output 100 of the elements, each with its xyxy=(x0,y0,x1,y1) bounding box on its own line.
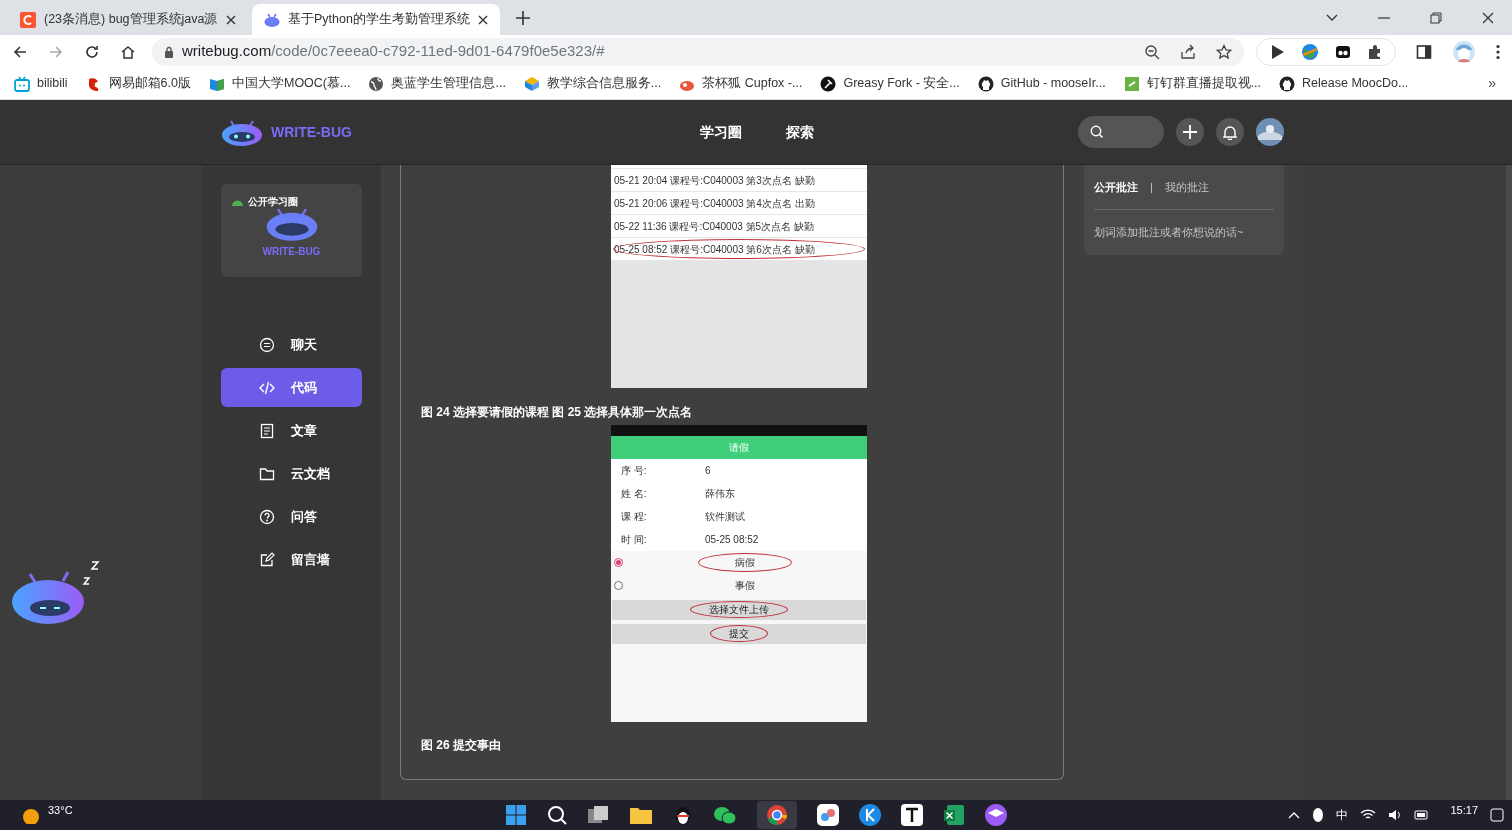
list-row-text: 05-25 08:52 课程号:C040003 第6次点名 缺勤 xyxy=(614,242,815,257)
app-icon[interactable] xyxy=(817,804,839,826)
globe-icon xyxy=(368,75,385,92)
sidebar-icon[interactable] xyxy=(1416,43,1432,60)
close-icon[interactable] xyxy=(226,14,236,25)
app-button[interactable]: 选择文件上传 xyxy=(612,599,866,620)
globe-icon[interactable] xyxy=(1301,42,1319,61)
ghost-icon[interactable] xyxy=(1335,43,1351,60)
user-avatar[interactable] xyxy=(1256,118,1284,146)
graduation-cap-icon[interactable] xyxy=(985,804,1007,826)
menu-icon[interactable] xyxy=(1496,43,1500,60)
list-row-text: 05-21 20:04 课程号:C040003 第3次点名 缺勤 xyxy=(614,173,815,188)
sidebar-menu-item[interactable]: 聊天 xyxy=(221,325,362,364)
k-app-icon[interactable] xyxy=(859,804,881,826)
weather-temperature[interactable]: 33°C xyxy=(48,801,73,819)
scrollbar[interactable] xyxy=(1506,165,1512,800)
annotation-tab[interactable]: 公开批注 xyxy=(1094,179,1138,196)
chat-bubbles-icon[interactable] xyxy=(713,805,737,825)
clock-time[interactable]: 15:17 xyxy=(1450,801,1478,819)
field-value: 薛伟东 xyxy=(705,487,735,501)
circle-card[interactable]: 公开学习圈 WRITE-BUG xyxy=(221,184,362,277)
avatar-icon[interactable] xyxy=(1452,39,1476,64)
browser-icon xyxy=(766,804,788,826)
chevron-down-icon[interactable] xyxy=(1326,13,1338,22)
edit-icon xyxy=(259,551,275,568)
circle-name-label: 公开学习圈 xyxy=(248,195,298,209)
bell-icon xyxy=(1223,124,1237,140)
spreadsheet-icon[interactable] xyxy=(943,804,965,826)
zoom-icon[interactable] xyxy=(1144,43,1160,60)
puzzle-icon[interactable] xyxy=(1367,43,1383,60)
search-icon xyxy=(1090,125,1104,139)
input-method-indicator[interactable]: 中 xyxy=(1336,806,1349,824)
sidebar-menu-item[interactable]: 问答 xyxy=(221,497,362,536)
bookmark-link[interactable]: Greasy Fork - 安全... xyxy=(820,71,960,96)
figure-caption: 图 24 选择要请假的课程 图 25 选择具体那一次点名 xyxy=(421,404,694,421)
star-icon[interactable] xyxy=(1216,43,1232,60)
more-bookmarks-button[interactable]: » xyxy=(1488,73,1496,94)
annotation-tab[interactable]: 我的批注 xyxy=(1164,179,1209,196)
tv-icon xyxy=(14,75,30,92)
chat-icon xyxy=(259,336,275,353)
folder-icon[interactable] xyxy=(629,805,653,825)
bookmark-link[interactable]: GitHub - mooseIr... xyxy=(977,71,1106,96)
bookmark-link[interactable]: 茶杯狐 Cupfox -... xyxy=(679,71,803,96)
sun-icon[interactable] xyxy=(22,806,40,824)
bookmark-link[interactable]: 网易邮箱6.0版 xyxy=(85,71,191,96)
minimize-icon[interactable] xyxy=(1378,16,1390,19)
wifi-icon[interactable] xyxy=(1360,809,1377,821)
share-icon[interactable] xyxy=(1180,43,1196,60)
app-button[interactable]: 提交 xyxy=(612,623,866,644)
battery-icon[interactable] xyxy=(1414,809,1431,821)
sidebar-menu-item[interactable]: 留言墙 xyxy=(221,540,362,579)
csdn-icon xyxy=(20,11,36,28)
home-icon[interactable] xyxy=(120,43,136,60)
speaker-icon[interactable] xyxy=(1388,809,1403,821)
notification-icon[interactable] xyxy=(1490,808,1504,822)
document-icon xyxy=(259,422,275,439)
restore-icon[interactable] xyxy=(1430,11,1442,24)
bookmark-link[interactable]: bilibili xyxy=(14,71,68,96)
close-icon[interactable] xyxy=(478,14,488,25)
bookmark-link[interactable]: 奥蓝学生管理信息... xyxy=(368,71,506,96)
nav-link[interactable]: 学习圈 xyxy=(700,121,742,143)
bookmark-link[interactable]: 中国大学MOOC(慕... xyxy=(208,71,351,96)
browser-tab[interactable]: (23条消息) bug管理系统java源 xyxy=(8,4,248,35)
bookmark-link[interactable]: 教学综合信息服务... xyxy=(523,71,662,96)
cube-icon xyxy=(523,75,540,92)
close-icon[interactable] xyxy=(1482,11,1494,24)
radio-button[interactable] xyxy=(614,558,623,567)
field-label: 课 程: xyxy=(621,510,648,524)
option-label[interactable]: 事假 xyxy=(698,576,792,595)
back-icon[interactable] xyxy=(12,43,28,60)
browser-tab[interactable]: 基于Python的学生考勤管理系统 xyxy=(252,4,500,35)
chevron-up-icon[interactable] xyxy=(1288,811,1301,819)
address-bar[interactable]: writebug.com/code/0c7eeea0-c792-11ed-9d01-6479f0e5e323/# xyxy=(152,37,1244,66)
url-text: writebug.com/code/0c7eeea0-c792-11ed-9d01-6479f0e5e323/# xyxy=(182,41,605,62)
play-icon[interactable] xyxy=(1269,43,1285,60)
tab-separator: | xyxy=(1150,180,1153,195)
app-title-bar: 请假 xyxy=(611,436,867,459)
search-icon[interactable] xyxy=(547,805,567,825)
bookmark-link[interactable]: 钉钉群直播提取视... xyxy=(1123,71,1262,96)
reload-icon[interactable] xyxy=(84,43,100,60)
figure-caption: 图 26 提交事由 xyxy=(421,737,502,754)
list-row-text: 05-22 11:36 课程号:C040003 第5次点名 缺勤 xyxy=(614,219,814,234)
task-view-icon[interactable] xyxy=(587,805,609,825)
link-icon xyxy=(1123,75,1140,92)
notification-button[interactable] xyxy=(1216,118,1244,146)
plus-icon xyxy=(1182,124,1198,140)
typora-icon[interactable] xyxy=(901,804,923,826)
sidebar-menu-item[interactable]: 代码 xyxy=(221,368,362,407)
add-button[interactable] xyxy=(1176,118,1204,146)
sidebar-menu-item[interactable]: 云文档 xyxy=(221,454,362,493)
nav-link[interactable]: 探索 xyxy=(786,121,814,143)
sidebar-menu-item[interactable]: 文章 xyxy=(221,411,362,450)
question-icon xyxy=(259,508,275,525)
taskbar-active-app[interactable] xyxy=(757,801,797,829)
search-field[interactable] xyxy=(1078,116,1164,148)
start-icon[interactable] xyxy=(505,804,527,826)
octocat-icon xyxy=(1279,75,1296,92)
new-tab-icon[interactable] xyxy=(516,11,530,25)
bookmark-link[interactable]: Release MoocDo... xyxy=(1279,71,1409,96)
annotation-input-field[interactable]: 划词添加批注或者你想说的话~ xyxy=(1094,223,1274,240)
